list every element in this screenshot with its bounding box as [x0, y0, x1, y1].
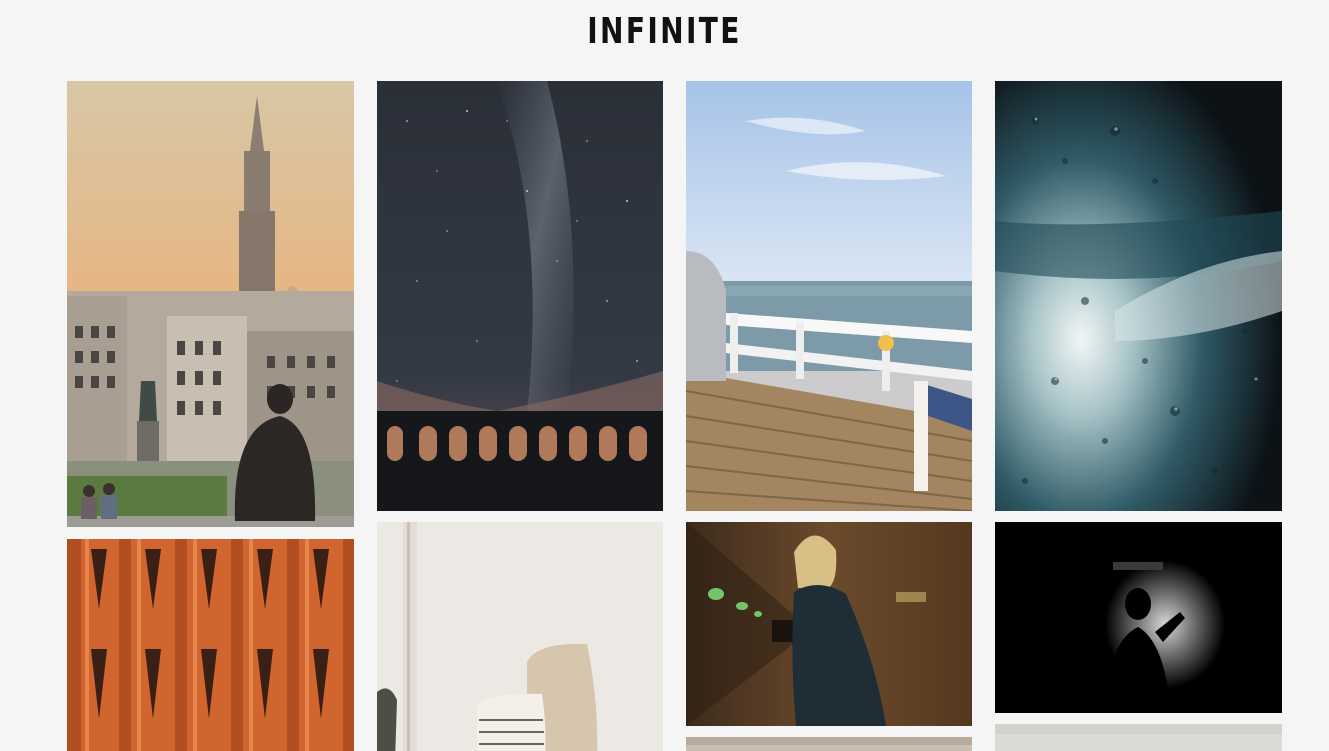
- site-title[interactable]: INFINITE: [146, 10, 1183, 54]
- night-sky-photo-icon: [377, 81, 663, 511]
- brick-building-photo-icon: [67, 539, 354, 751]
- city-cathedral-photo-icon: [67, 81, 354, 527]
- photo-milky-way-viaduct[interactable]: [377, 81, 663, 511]
- pale-photo-icon: [995, 724, 1282, 751]
- photo-beach-pier[interactable]: [686, 81, 972, 511]
- photo-sand-partial[interactable]: [686, 737, 972, 751]
- photo-brick-facade[interactable]: [67, 539, 354, 751]
- silhouette-photo-icon: [995, 522, 1282, 713]
- photo-silhouette-dark[interactable]: [995, 522, 1282, 713]
- gallery-page: INFINITE: [0, 0, 1329, 751]
- photo-city-spire[interactable]: [67, 81, 354, 527]
- tunnel-portrait-photo-icon: [686, 522, 972, 726]
- photo-pillow-interior[interactable]: [377, 522, 663, 751]
- photo-woman-tunnel[interactable]: [686, 522, 972, 726]
- rain-window-photo-icon: [995, 81, 1282, 511]
- seaside-pier-photo-icon: [686, 81, 972, 511]
- sand-photo-icon: [686, 737, 972, 751]
- photo-pale-partial[interactable]: [995, 724, 1282, 751]
- interior-pillows-photo-icon: [377, 522, 663, 751]
- photo-rain-glass[interactable]: [995, 81, 1282, 511]
